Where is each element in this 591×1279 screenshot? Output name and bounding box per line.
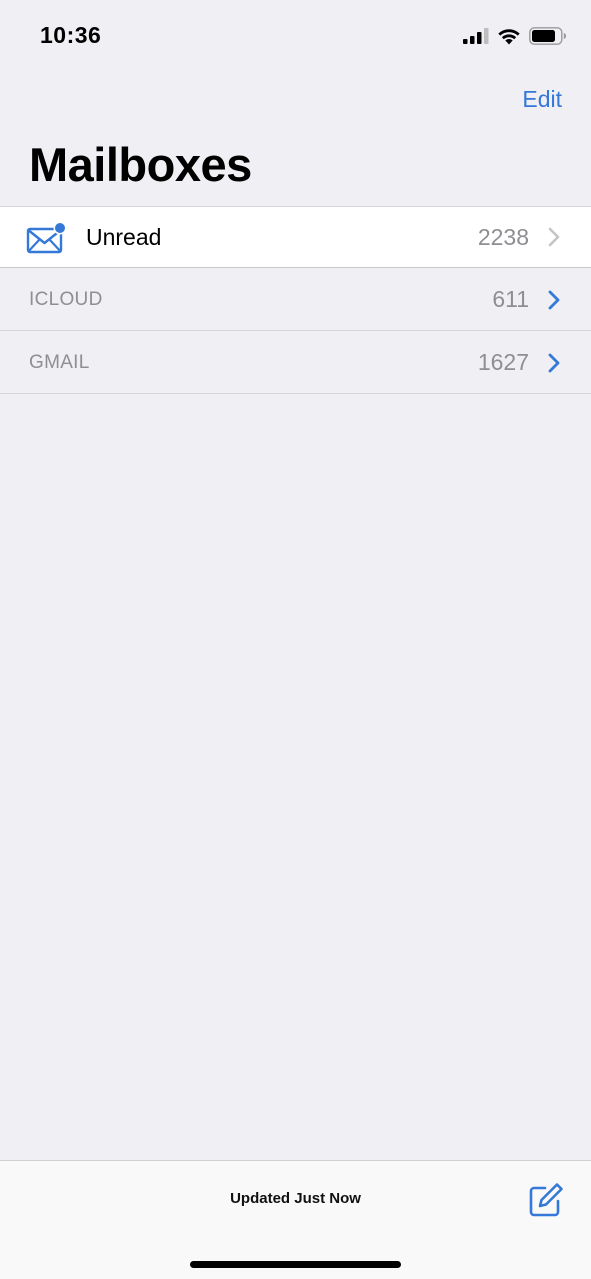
status-bar: 10:36 xyxy=(0,0,591,70)
mailbox-row-unread[interactable]: Unread 2238 xyxy=(0,206,591,268)
battery-icon xyxy=(529,27,566,45)
envelope-badge-icon xyxy=(26,222,66,254)
edit-button[interactable]: Edit xyxy=(522,86,562,113)
account-label: ICLOUD xyxy=(29,288,103,310)
compose-icon[interactable] xyxy=(528,1182,564,1218)
account-count: 611 xyxy=(492,286,529,312)
account-row-icloud[interactable]: ICLOUD 611 xyxy=(0,269,591,331)
mailbox-label: Unread xyxy=(86,223,162,250)
status-icons xyxy=(463,25,567,47)
page-title: Mailboxes xyxy=(29,138,252,191)
account-row-gmail[interactable]: GMAIL 1627 xyxy=(0,332,591,394)
chevron-right-icon[interactable] xyxy=(548,353,560,373)
home-indicator[interactable] xyxy=(190,1261,401,1268)
cellular-signal-icon xyxy=(463,28,489,44)
update-status-text: Updated Just Now xyxy=(230,1190,361,1207)
chevron-right-icon[interactable] xyxy=(548,290,560,310)
account-count: 1627 xyxy=(477,349,529,375)
chevron-right-icon xyxy=(548,227,560,247)
account-label: GMAIL xyxy=(29,351,90,373)
status-time: 10:36 xyxy=(40,22,102,48)
wifi-icon xyxy=(498,29,520,45)
bottom-toolbar: Updated Just Now xyxy=(0,1160,591,1279)
mailbox-count: 2238 xyxy=(477,223,529,250)
